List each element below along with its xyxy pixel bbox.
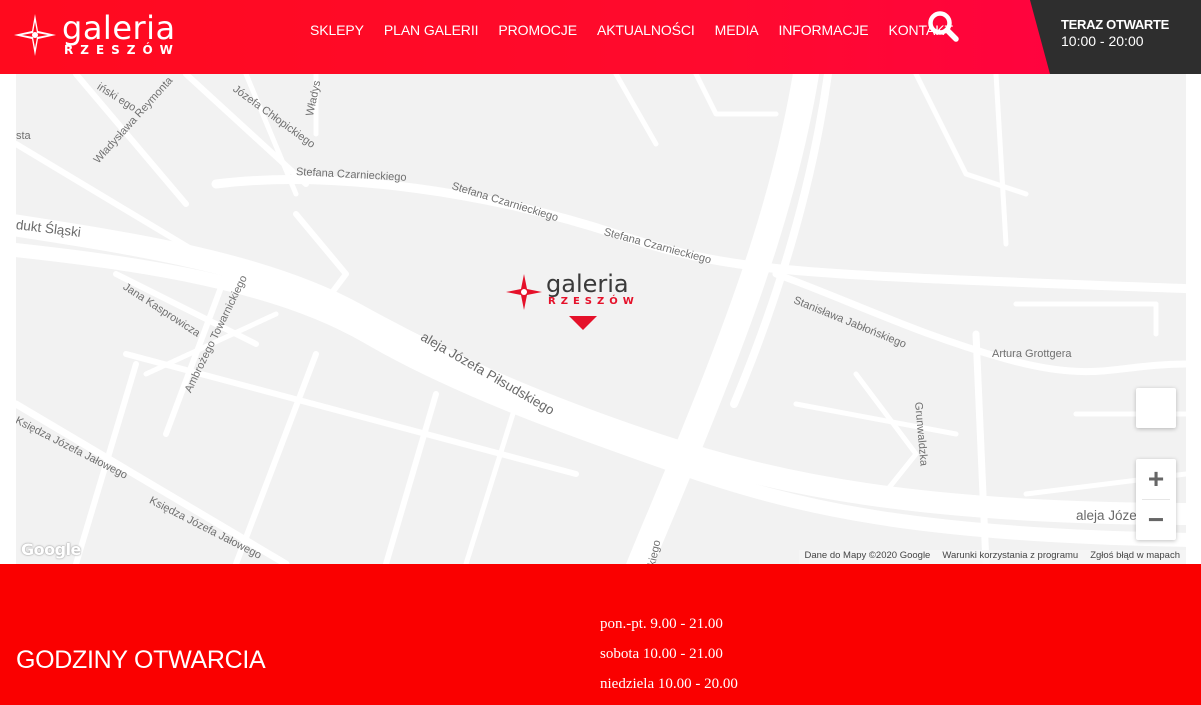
star-logo-icon bbox=[506, 274, 542, 310]
logo-subtext: RZESZÓW bbox=[64, 42, 180, 57]
fullscreen-button[interactable] bbox=[1136, 388, 1176, 428]
google-map[interactable]: iński ego Władysława Reymonta Józefa Chł… bbox=[16, 74, 1186, 564]
open-now-hours: 10:00 - 20:00 bbox=[1061, 33, 1144, 49]
marker-subtext: RZESZÓW bbox=[548, 296, 639, 307]
zoom-in-button[interactable]: + bbox=[1136, 459, 1176, 499]
opening-hours-list: pon.-pt. 9.00 - 21.00 sobota 10.00 - 21.… bbox=[600, 616, 738, 705]
main-nav: SKLEPY PLAN GALERII PROMOCJE AKTUALNOŚCI… bbox=[310, 22, 953, 38]
opening-hours-title: GODZINY OTWARCIA bbox=[16, 646, 266, 674]
zoom-control: + − bbox=[1136, 459, 1176, 540]
marker-arrow-icon bbox=[569, 316, 597, 330]
hours-weekdays: pon.-pt. 9.00 - 21.00 bbox=[600, 616, 723, 632]
hours-sunday: niedziela 10.00 - 20.00 bbox=[600, 676, 738, 692]
street-label: sta bbox=[16, 130, 31, 142]
search-icon[interactable] bbox=[926, 9, 962, 45]
star-logo-icon bbox=[14, 14, 56, 56]
map-data-credit: Dane do Mapy ©2020 Google bbox=[804, 550, 931, 561]
nav-sklepy[interactable]: SKLEPY bbox=[310, 22, 364, 38]
site-logo[interactable]: galeria RZESZÓW bbox=[14, 12, 204, 58]
report-error-link[interactable]: Zgłoś błąd w mapach bbox=[1090, 550, 1180, 564]
nav-informacje[interactable]: INFORMACJE bbox=[779, 22, 869, 38]
opening-hours-section: GODZINY OTWARCIA pon.-pt. 9.00 - 21.00 s… bbox=[0, 564, 1201, 705]
logo-text: galeria bbox=[62, 8, 176, 47]
map-attribution: Dane do Mapy ©2020 Google Warunki korzys… bbox=[798, 550, 1186, 564]
street-label: aleja Józe bbox=[1076, 508, 1137, 523]
open-now-box: TERAZ OTWARTE 10:00 - 20:00 bbox=[1030, 0, 1201, 74]
galeria-map-marker[interactable]: galeria RZESZÓW bbox=[506, 272, 666, 332]
street-label: Artura Grottgera bbox=[992, 348, 1072, 360]
nav-promocje[interactable]: PROMOCJE bbox=[498, 22, 577, 38]
terms-link[interactable]: Warunki korzystania z programu bbox=[942, 550, 1078, 564]
open-now-label: TERAZ OTWARTE bbox=[1061, 17, 1170, 32]
marker-text: galeria bbox=[546, 270, 629, 298]
nav-media[interactable]: MEDIA bbox=[715, 22, 759, 38]
site-header: galeria RZESZÓW SKLEPY PLAN GALERII PROM… bbox=[0, 0, 1201, 74]
zoom-out-button[interactable]: − bbox=[1136, 500, 1176, 540]
google-logo[interactable]: Google bbox=[21, 540, 81, 559]
nav-aktualnosci[interactable]: AKTUALNOŚCI bbox=[597, 22, 695, 38]
nav-plan-galerii[interactable]: PLAN GALERII bbox=[384, 22, 479, 38]
hours-saturday: sobota 10.00 - 21.00 bbox=[600, 646, 723, 662]
